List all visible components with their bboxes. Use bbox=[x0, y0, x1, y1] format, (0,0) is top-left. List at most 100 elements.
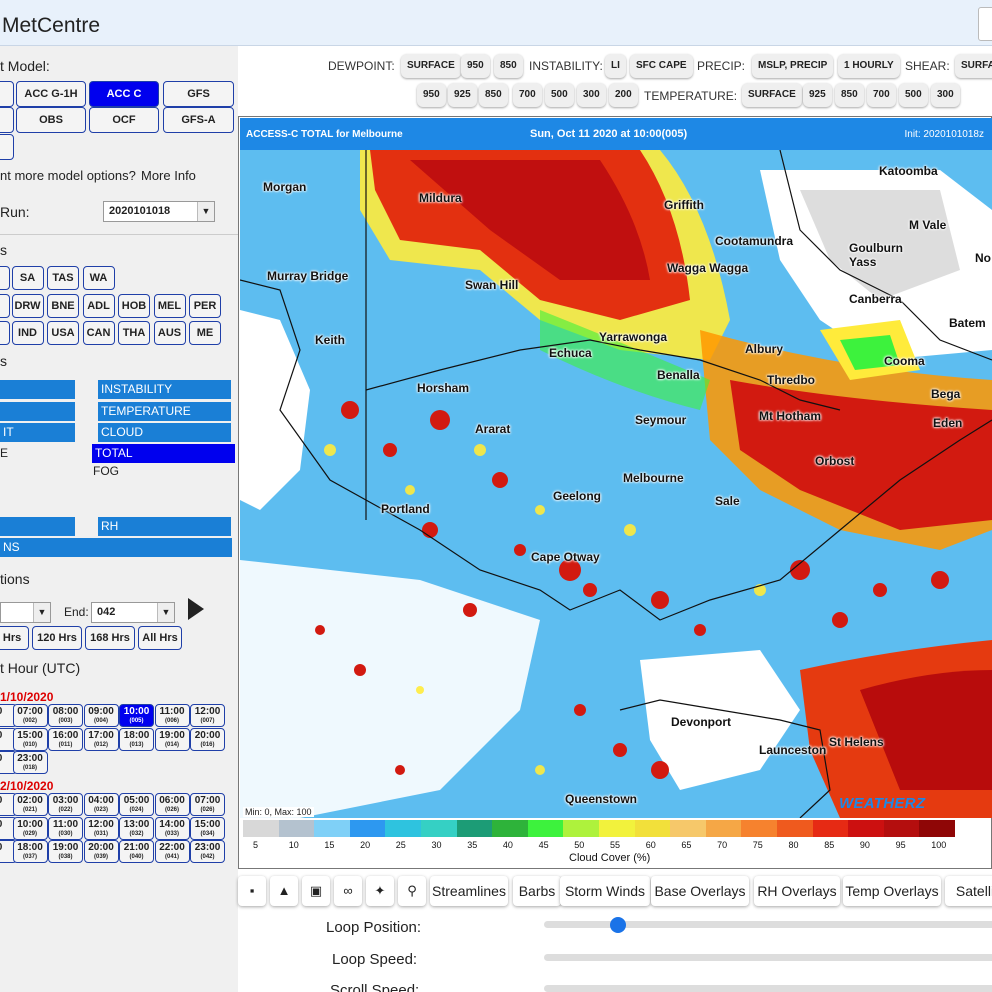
time-button[interactable]: 20:00 (016) bbox=[190, 727, 225, 751]
time-button[interactable]: 22:00 (041) bbox=[154, 840, 190, 863]
model-button[interactable]: GFS bbox=[163, 81, 234, 107]
param-temperature[interactable]: TEMPERATURE bbox=[98, 402, 231, 421]
time-button[interactable]: 10:00 (005) bbox=[119, 704, 154, 727]
region-button[interactable]: USA bbox=[47, 321, 79, 345]
param-pill[interactable]: SURFACE bbox=[742, 83, 802, 107]
param-pill[interactable]: MSLP, PRECIP bbox=[752, 54, 834, 78]
time-button[interactable]: 14:00 (033) bbox=[154, 816, 190, 840]
time-button[interactable]: 17:00 (012) bbox=[83, 727, 119, 751]
time-button[interactable]: 21:00 (040) bbox=[119, 840, 154, 863]
link-button[interactable]: ∞ bbox=[334, 876, 362, 906]
time-button[interactable]: 10:00 (029) bbox=[12, 816, 48, 840]
time-button[interactable]: 15:00 (010) bbox=[12, 727, 48, 751]
param-cloud[interactable]: CLOUD bbox=[98, 423, 231, 442]
model-button[interactable]: OCF bbox=[89, 107, 159, 133]
region-button[interactable]: WA bbox=[82, 266, 115, 290]
param-pill[interactable]: 500 bbox=[545, 83, 574, 107]
region-button[interactable]: TAS bbox=[47, 266, 79, 290]
time-button[interactable]: 18:00 (037) bbox=[12, 840, 48, 863]
param-pill[interactable]: 300 bbox=[577, 83, 606, 107]
time-button[interactable]: 12:00 (031) bbox=[83, 816, 119, 840]
param-pill[interactable]: SFC CAPE bbox=[630, 54, 693, 78]
param-pill[interactable]: SURFA bbox=[955, 54, 992, 78]
region-button[interactable]: ME bbox=[189, 321, 221, 345]
range-button[interactable]: 2 Hrs bbox=[0, 626, 29, 650]
time-button[interactable]: 19:00 (014) bbox=[154, 727, 190, 751]
road-button[interactable]: ▲ bbox=[270, 876, 298, 906]
param-pill[interactable]: 700 bbox=[513, 83, 542, 107]
time-button[interactable]: 16:00 (011) bbox=[48, 727, 83, 751]
time-button[interactable]: 12:00 (007) bbox=[190, 704, 225, 727]
model-button[interactable] bbox=[0, 81, 14, 107]
toolbar-button[interactable]: Satelli bbox=[945, 876, 992, 906]
toolbar-button[interactable]: Storm Winds bbox=[560, 876, 650, 906]
time-button[interactable]: 13:00 (032) bbox=[119, 816, 154, 840]
start-select[interactable]: ▼ bbox=[0, 602, 51, 623]
time-button[interactable]: 05:00 (024) bbox=[119, 793, 154, 816]
param-pill[interactable]: SURFACE bbox=[401, 54, 461, 78]
time-button[interactable]: 02:00 (021) bbox=[12, 793, 48, 816]
region-button[interactable]: THA bbox=[118, 321, 150, 345]
time-button[interactable]: 09:00 (004) bbox=[83, 704, 119, 727]
region-button[interactable]: IND bbox=[11, 321, 44, 345]
model-button[interactable]: ACC C bbox=[89, 81, 159, 107]
param-pill[interactable]: 500 bbox=[899, 83, 928, 107]
range-button[interactable]: 120 Hrs bbox=[32, 626, 82, 650]
toolbar-button[interactable]: Base Overlays bbox=[651, 876, 749, 906]
time-button[interactable]: 11:00 (030) bbox=[48, 816, 83, 840]
time-button[interactable]: 18:00 (013) bbox=[119, 727, 154, 751]
model-button[interactable]: GFS-A bbox=[163, 107, 234, 133]
scroll-speed-slider[interactable] bbox=[544, 985, 992, 992]
param-left-it[interactable]: IT bbox=[0, 423, 75, 442]
param-pill[interactable]: 850 bbox=[835, 83, 864, 107]
header-control-box[interactable] bbox=[978, 7, 992, 41]
param-fog[interactable]: FOG bbox=[93, 464, 119, 478]
run-select[interactable]: 2020101018 ▼ bbox=[103, 201, 215, 222]
param-pill[interactable]: 300 bbox=[931, 83, 960, 107]
time-button[interactable]: 04:00 (023) bbox=[83, 793, 119, 816]
param-left-e[interactable]: E bbox=[0, 446, 8, 460]
time-button[interactable]: 03:00 (022) bbox=[48, 793, 83, 816]
param-pill[interactable]: 925 bbox=[448, 83, 477, 107]
region-button[interactable]: O bbox=[0, 266, 10, 290]
model-button[interactable]: OBS bbox=[16, 107, 86, 133]
time-button[interactable]: 07:00 (026) bbox=[190, 793, 225, 816]
region-button[interactable]: BNE bbox=[47, 294, 79, 318]
param-pill[interactable]: 925 bbox=[803, 83, 832, 107]
time-button[interactable]: 08:00 (003) bbox=[48, 704, 83, 727]
save-button[interactable]: ▪ bbox=[238, 876, 266, 906]
loop-position-thumb[interactable] bbox=[609, 917, 626, 933]
model-button[interactable] bbox=[0, 134, 14, 160]
param-pill[interactable]: 200 bbox=[609, 83, 638, 107]
model-button[interactable] bbox=[0, 107, 14, 133]
model-button[interactable]: ACC G-1H bbox=[16, 81, 86, 107]
region-button[interactable]: DRW bbox=[11, 294, 44, 318]
region-button[interactable]: L bbox=[0, 321, 10, 345]
toolbar-button[interactable]: Streamlines bbox=[430, 876, 508, 906]
param-pill[interactable]: 950 bbox=[417, 83, 446, 107]
loop-speed-slider[interactable] bbox=[544, 954, 992, 961]
param-pill[interactable]: 950 bbox=[461, 54, 490, 78]
param-pill[interactable]: 850 bbox=[494, 54, 523, 78]
time-button[interactable]: 19:00 (038) bbox=[48, 840, 83, 863]
param-left-2[interactable] bbox=[0, 402, 75, 421]
param-left-ns[interactable]: NS bbox=[0, 538, 232, 557]
time-button[interactable]: 23:00 (018) bbox=[12, 751, 48, 774]
range-button[interactable]: 168 Hrs bbox=[85, 626, 135, 650]
more-info-link[interactable]: More Info bbox=[141, 168, 196, 183]
time-button[interactable]: 07:00 (002) bbox=[12, 704, 48, 727]
param-pill[interactable]: 850 bbox=[479, 83, 508, 107]
param-left-1[interactable] bbox=[0, 380, 75, 399]
range-button[interactable]: All Hrs bbox=[138, 626, 182, 650]
time-button[interactable]: 23:00 (042) bbox=[190, 840, 225, 863]
time-button[interactable]: 06:00 (026) bbox=[154, 793, 190, 816]
time-button[interactable]: 20:00 (039) bbox=[83, 840, 119, 863]
region-button[interactable]: O bbox=[0, 294, 10, 318]
param-pill[interactable]: 700 bbox=[867, 83, 896, 107]
region-button[interactable]: CAN bbox=[82, 321, 115, 345]
region-button[interactable]: MEL bbox=[153, 294, 186, 318]
train-button[interactable]: ▣ bbox=[302, 876, 330, 906]
region-button[interactable]: HOB bbox=[118, 294, 150, 318]
time-button[interactable]: 15:00 (034) bbox=[190, 816, 225, 840]
param-rh[interactable]: RH bbox=[98, 517, 231, 536]
